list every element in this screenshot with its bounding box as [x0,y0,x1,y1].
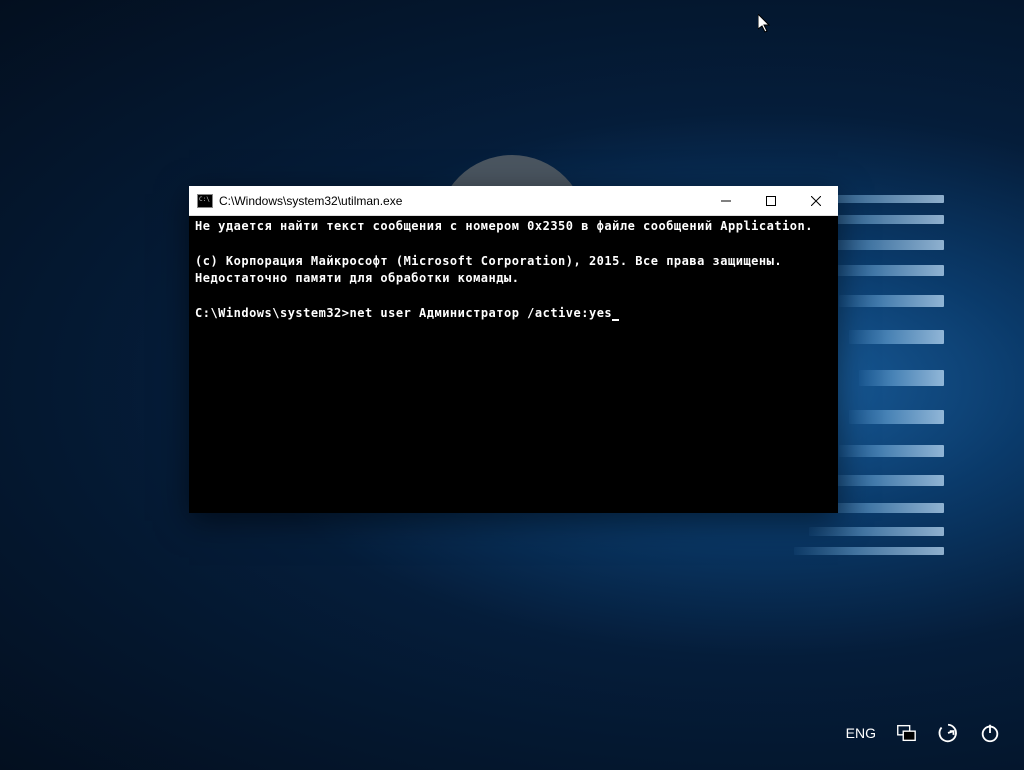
terminal-prompt-line: C:\Windows\system32>net user Администрат… [195,305,832,322]
lock-screen-controls: ENG [846,721,1002,745]
window-title: C:\Windows\system32\utilman.exe [219,194,703,208]
terminal-line [195,288,832,305]
title-bar[interactable]: C:\Windows\system32\utilman.exe [189,186,838,216]
network-icon[interactable] [894,721,918,745]
maximize-button[interactable] [748,186,793,215]
close-button[interactable] [793,186,838,215]
command-prompt-window[interactable]: C:\Windows\system32\utilman.exe Не удает… [189,186,838,513]
ease-of-access-icon[interactable] [936,721,960,745]
language-indicator[interactable]: ENG [846,725,876,741]
minimize-button[interactable] [703,186,748,215]
cmd-icon [197,194,213,208]
window-controls [703,186,838,215]
power-icon[interactable] [978,721,1002,745]
terminal-output[interactable]: Не удается найти текст сообщения с номер… [189,216,838,513]
terminal-command: net user Администратор /active:yes [350,306,613,320]
terminal-cursor [612,319,619,321]
terminal-line [195,235,832,252]
terminal-prompt: C:\Windows\system32> [195,306,350,320]
terminal-line: (c) Корпорация Майкрософт (Microsoft Cor… [195,253,832,270]
terminal-line: Не удается найти текст сообщения с номер… [195,218,832,235]
terminal-line: Недостаточно памяти для обработки команд… [195,270,832,287]
mouse-cursor-icon [758,14,774,39]
